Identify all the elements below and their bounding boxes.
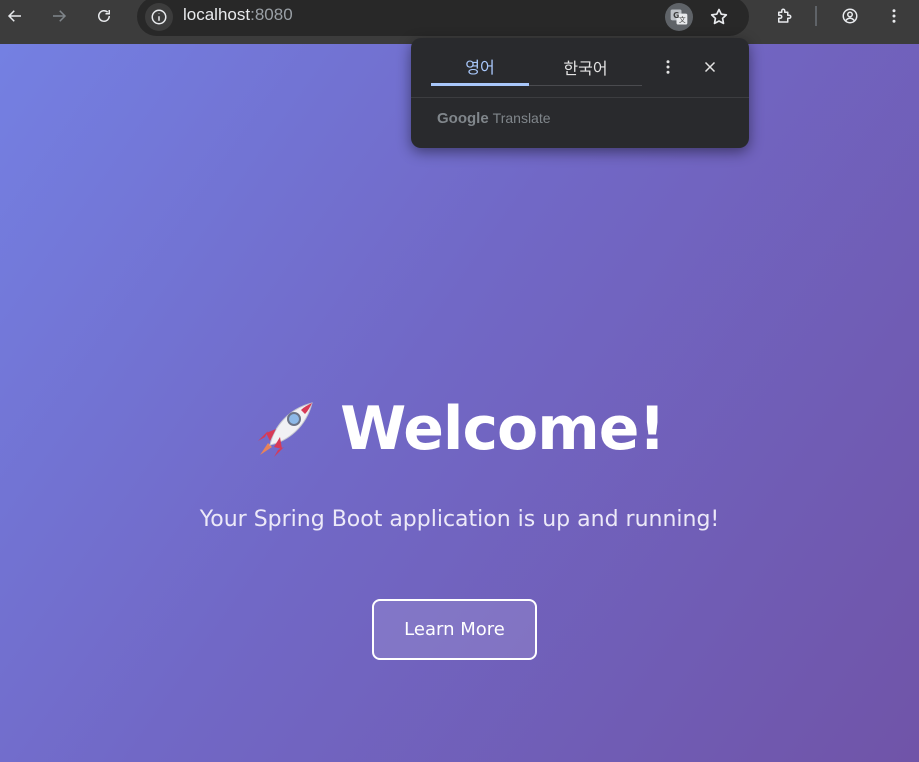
page-subtitle: Your Spring Boot application is up and r… (199, 507, 720, 532)
translate-icon: G文 (670, 9, 688, 25)
puzzle-icon (778, 8, 792, 23)
google-brand: Google (437, 110, 489, 127)
forward-button[interactable] (47, 4, 71, 28)
translate-label: Translate (492, 110, 551, 126)
translate-footer: Google Translate (437, 110, 551, 127)
profile-button[interactable] (838, 4, 862, 28)
page-title: Welcome! (340, 394, 666, 464)
svg-text:文: 文 (679, 15, 686, 24)
reload-button[interactable] (92, 4, 116, 28)
page-content: Welcome! Your Spring Boot application is… (0, 44, 919, 762)
url-text[interactable]: localhost:8080 (183, 5, 293, 25)
rocket-icon (258, 402, 313, 457)
back-button[interactable] (3, 4, 27, 28)
account-icon (842, 8, 858, 24)
site-info-button[interactable] (145, 3, 173, 31)
tab-target-language[interactable]: 한국어 (529, 48, 642, 86)
bookmark-button[interactable] (707, 5, 731, 29)
tab-source-language[interactable]: 영어 (431, 48, 529, 86)
url-port: :8080 (250, 5, 293, 24)
info-icon (151, 9, 167, 25)
translate-popup: 영어 한국어 Google Translate (411, 38, 749, 148)
popup-divider (411, 97, 749, 98)
star-icon (710, 8, 728, 25)
address-bar[interactable]: localhost:8080 G文 (137, 0, 749, 36)
translate-options-button[interactable] (656, 55, 680, 79)
kebab-menu-icon (892, 9, 896, 23)
browser-menu-button[interactable] (882, 4, 906, 28)
extensions-button[interactable] (772, 4, 796, 28)
learn-more-button[interactable]: Learn More (372, 599, 537, 660)
kebab-menu-icon (666, 60, 670, 74)
translate-close-button[interactable] (698, 55, 722, 79)
reload-icon (98, 10, 110, 22)
arrow-right-icon (53, 10, 67, 22)
arrow-left-icon (7, 10, 21, 22)
url-host: localhost (183, 5, 251, 24)
hero-heading: Welcome! (0, 389, 919, 469)
translate-button[interactable]: G文 (665, 3, 693, 31)
toolbar-separator (815, 6, 817, 26)
close-icon (704, 61, 716, 73)
